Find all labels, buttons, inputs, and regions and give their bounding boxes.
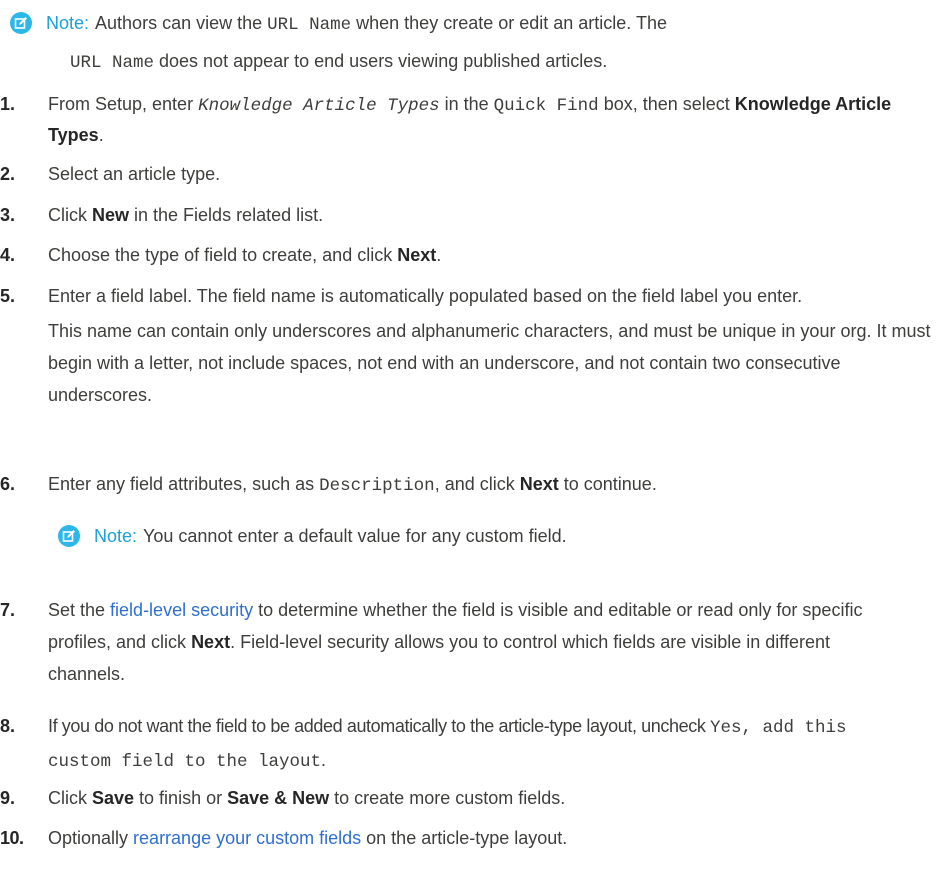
step-5-paragraph: This name can contain only underscores a… [48, 321, 931, 405]
step-10: 10. Optionally rearrange your custom fie… [0, 828, 568, 848]
link-field-level-security[interactable]: field-level security [110, 600, 253, 620]
note-top-line2: URL Name does not appear to end users vi… [70, 51, 608, 73]
edit-note-icon [58, 525, 80, 547]
step-2: 2. Select an article type. [0, 164, 221, 184]
note-inner: Note: You cannot enter a default value f… [58, 522, 567, 551]
step-9: 9. Click Save to finish or Save & New to… [0, 788, 566, 808]
note-title: Note: [46, 13, 90, 33]
code-url-name: URL Name [267, 15, 352, 35]
edit-note-icon [10, 12, 32, 34]
step-3: 3. Click New in the Fields related list. [0, 205, 324, 225]
step-5: 5. Enter a field label. The field name i… [0, 286, 803, 306]
step-number: 1. [0, 94, 16, 114]
step-1: 1. From Setup, enter Knowledge Article T… [0, 90, 940, 150]
step-7: 7. Set the field-level security to deter… [0, 600, 863, 684]
link-rearrange-custom-fields[interactable]: rearrange your custom fields [133, 828, 361, 848]
step-8: 8. If you do not want the field to be ad… [0, 716, 847, 772]
code-description: Description [319, 476, 435, 496]
note-title: Note: [94, 526, 138, 546]
note-top: Note: Authors can view the URL Name when… [10, 9, 940, 40]
step-6: 6. Enter any field attributes, such as D… [0, 474, 657, 496]
step-4: 4. Choose the type of field to create, a… [0, 245, 442, 265]
code-knowledge-article-types: Knowledge Article Types [198, 96, 440, 116]
code-quick-find: Quick Find [493, 96, 599, 116]
